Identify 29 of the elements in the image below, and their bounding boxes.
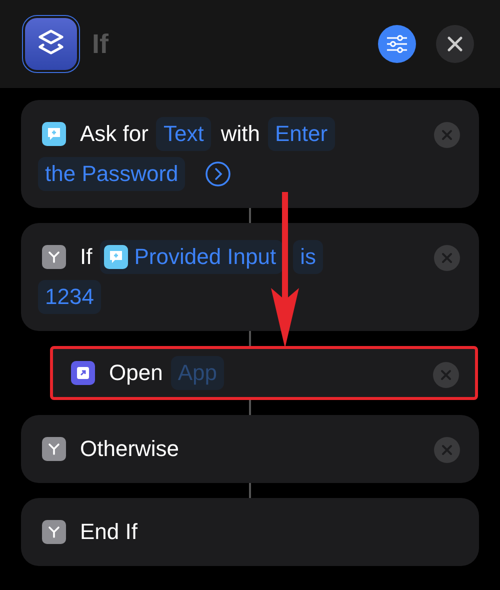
open-app-icon — [71, 361, 95, 385]
branch-icon — [42, 437, 66, 461]
shortcut-app-icon[interactable] — [25, 18, 77, 70]
close-icon — [441, 252, 453, 264]
parameter-token[interactable]: 1234 — [38, 280, 101, 314]
variable-token[interactable]: Provided Input — [100, 240, 284, 274]
branch-icon — [42, 520, 66, 544]
close-icon — [441, 129, 453, 141]
action-label: If — [80, 243, 92, 271]
action-label: Ask for — [80, 120, 148, 148]
close-button[interactable] — [436, 25, 474, 63]
expand-chevron-icon[interactable] — [205, 160, 232, 186]
parameter-token[interactable]: Enter — [268, 117, 335, 151]
branch-icon — [42, 245, 66, 269]
close-icon — [447, 36, 463, 52]
action-label: End If — [80, 518, 138, 546]
parameter-token[interactable]: the Password — [38, 157, 186, 191]
parameter-token[interactable]: Text — [156, 117, 211, 151]
close-icon — [441, 444, 453, 456]
close-icon — [440, 369, 452, 381]
action-label: Open — [109, 359, 163, 387]
ask-bubble-icon — [104, 245, 128, 269]
ask-bubble-icon — [42, 122, 66, 146]
shortcut-title: If — [92, 28, 108, 60]
settings-button[interactable] — [378, 25, 416, 63]
action-label: with — [220, 120, 260, 148]
action-label: Otherwise — [80, 435, 180, 463]
parameter-token[interactable]: is — [293, 240, 323, 274]
sliders-icon — [386, 34, 408, 54]
